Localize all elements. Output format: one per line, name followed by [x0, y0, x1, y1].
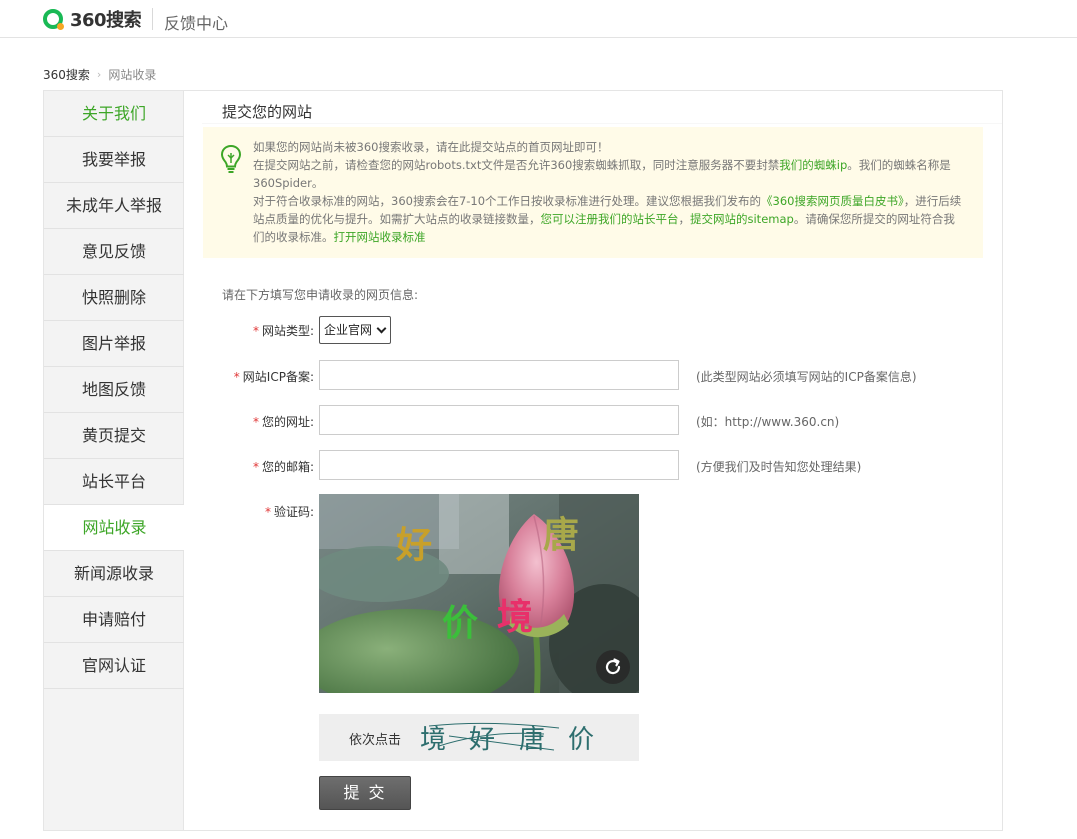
form-intro: 请在下方填写您申请收录的网页信息:: [222, 288, 419, 302]
page-title: 提交您的网站: [222, 103, 313, 121]
click-order-char-1: 境: [420, 725, 447, 755]
sidebar-item-official-cert[interactable]: 官网认证: [44, 643, 184, 689]
sidebar-item-yellowpage-submit[interactable]: 黄页提交: [44, 413, 184, 459]
captcha-char-4[interactable]: 境: [497, 588, 533, 640]
label-text: 网站类型:: [261, 324, 314, 338]
email-hint: (方便我们及时告知您处理结果): [696, 460, 862, 474]
notice-text-span: 对于符合收录标准的网站，360搜索会在7-10个工作日按收录标准进行处理。建议您…: [253, 194, 762, 208]
label-text: 您的网址:: [261, 415, 314, 429]
required-mark: *: [264, 505, 271, 519]
logo-text: 360搜索: [70, 10, 142, 31]
captcha-refresh-button[interactable]: [596, 650, 630, 684]
captcha-char-2[interactable]: 唐: [543, 506, 579, 558]
required-mark: *: [252, 460, 259, 474]
sidebar-item-image-report[interactable]: 图片举报: [44, 321, 184, 367]
notice-line-2: 在提交网站之前，请检查您的网站robots.txt文件是否允许360搜索蜘蛛抓取…: [253, 156, 963, 192]
notice-box: 如果您的网站尚未被360搜索收录，请在此提交站点的首页网址即可！ 在提交网站之前…: [203, 127, 983, 258]
breadcrumb-current: 网站收录: [108, 68, 157, 82]
logo-icon: [43, 9, 64, 30]
captcha-char-3[interactable]: 价: [442, 594, 478, 646]
icp-label: * 网站ICP备案:: [184, 368, 314, 385]
captcha-char-1[interactable]: 好: [396, 516, 432, 568]
site-type-value: 企业官网: [324, 323, 373, 337]
site-type-label: * 网站类型:: [184, 322, 314, 339]
breadcrumb: 360搜索 › 网站收录: [43, 66, 156, 83]
notice-text-span: ，: [678, 212, 691, 226]
captcha-click-order: 依次点击 境 好 唐 价: [319, 714, 639, 761]
email-label: * 您的邮箱:: [184, 458, 314, 475]
captcha-label: * 验证码:: [184, 503, 314, 520]
sitemap-link[interactable]: 提交网站的sitemap: [690, 212, 794, 226]
required-mark: *: [252, 415, 259, 429]
sidebar-item-report[interactable]: 我要举报: [44, 137, 184, 183]
label-text: 网站ICP备案:: [242, 370, 314, 384]
notice-text: 如果您的网站尚未被360搜索收录，请在此提交站点的首页网址即可！ 在提交网站之前…: [253, 138, 963, 246]
url-label: * 您的网址:: [184, 413, 314, 430]
notice-line-1: 如果您的网站尚未被360搜索收录，请在此提交站点的首页网址即可！: [253, 140, 609, 154]
captcha-image[interactable]: 好 唐 价 境: [319, 494, 639, 693]
submit-button[interactable]: 提 交: [319, 776, 411, 810]
captcha-photo: [319, 494, 639, 693]
sidebar-item-compensation[interactable]: 申请赔付: [44, 597, 184, 643]
lightbulb-icon: [220, 144, 242, 173]
sidebar-item-map-feedback[interactable]: 地图反馈: [44, 367, 184, 413]
main-panel: 提交您的网站 如果您的网站尚未被360搜索收录，请在此提交站点的首页网址即可！ …: [184, 91, 1002, 830]
icp-input[interactable]: [319, 360, 679, 390]
sidebar-item-about-us[interactable]: 关于我们: [44, 91, 184, 137]
icp-hint: (此类型网站必须填写网站的ICP备案信息): [696, 370, 917, 384]
refresh-icon: [605, 658, 621, 675]
click-order-char-3: 唐: [519, 725, 546, 755]
site-type-select[interactable]: 企业官网: [319, 316, 391, 344]
breadcrumb-home[interactable]: 360搜索: [43, 66, 90, 83]
sidebar-item-webmaster-platform[interactable]: 站长平台: [44, 459, 184, 505]
click-order-label: 依次点击: [349, 733, 402, 748]
sidebar-item-site-inclusion[interactable]: 网站收录: [44, 505, 185, 551]
breadcrumb-chevron-icon: ›: [96, 68, 102, 81]
chevron-down-icon: [376, 323, 387, 334]
sidebar-nav: 关于我们 我要举报 未成年人举报 意见反馈 快照删除 图片举报 地图反馈 黄页提…: [44, 91, 185, 830]
url-hint: (如：http://www.360.cn): [696, 415, 840, 429]
header-divider: [152, 8, 153, 30]
top-header: 360搜索 反馈中心: [0, 0, 1077, 38]
notice-text-span: 在提交网站之前，请检查您的网站robots.txt文件是否允许360搜索蜘蛛抓取…: [253, 158, 780, 172]
url-input[interactable]: [319, 405, 679, 435]
click-order-char-2: 好: [469, 725, 496, 755]
sidebar-item-minor-report[interactable]: 未成年人举报: [44, 183, 184, 229]
sidebar-item-snapshot-delete[interactable]: 快照删除: [44, 275, 184, 321]
required-mark: *: [252, 324, 259, 338]
title-divider: [202, 123, 1002, 124]
inclusion-standard-link[interactable]: 打开网站收录标准: [334, 230, 426, 244]
content-container: 关于我们 我要举报 未成年人举报 意见反馈 快照删除 图片举报 地图反馈 黄页提…: [43, 90, 1003, 831]
spider-ip-link[interactable]: 我们的蜘蛛ip: [779, 158, 847, 172]
header-title: 反馈中心: [164, 14, 229, 33]
sidebar-item-news-source[interactable]: 新闻源收录: [44, 551, 184, 597]
sidebar-item-feedback[interactable]: 意见反馈: [44, 229, 184, 275]
logo-360-search[interactable]: 360搜索: [43, 8, 142, 31]
webmaster-register-link[interactable]: 您可以注册我们的站长平台: [541, 212, 679, 226]
required-mark: *: [233, 370, 240, 384]
email-input[interactable]: [319, 450, 679, 480]
click-order-char-4: 价: [568, 725, 595, 755]
label-text: 验证码:: [273, 505, 314, 519]
notice-line-3: 对于符合收录标准的网站，360搜索会在7-10个工作日按收录标准进行处理。建议您…: [253, 192, 963, 246]
label-text: 您的邮箱:: [261, 460, 314, 474]
whitepaper-link[interactable]: 《360搜索网页质量白皮书》: [761, 194, 904, 208]
